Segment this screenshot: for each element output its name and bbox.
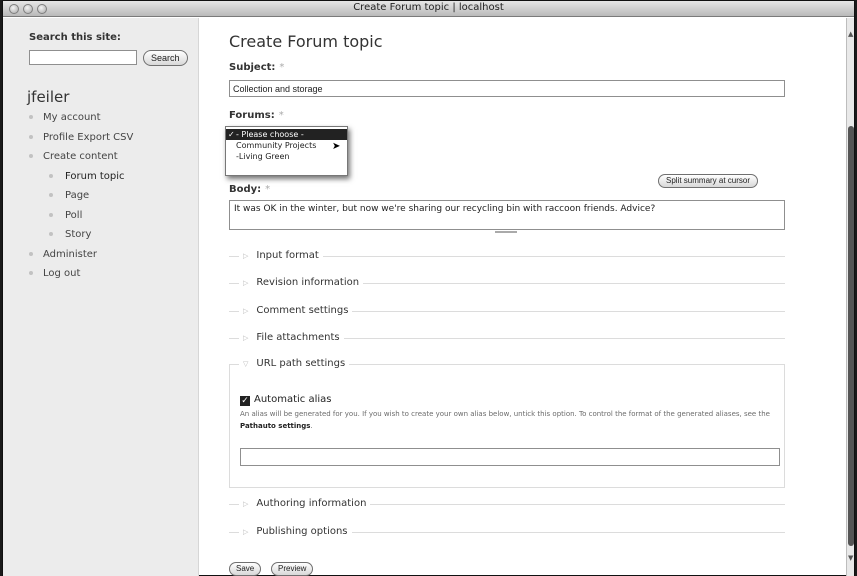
expand-icon: ▷ bbox=[243, 252, 249, 260]
save-button[interactable]: Save bbox=[229, 562, 262, 576]
body-textarea[interactable]: It was OK in the winter, but now we're s… bbox=[229, 200, 785, 230]
fieldset-file-attachments[interactable]: ▷ File attachments bbox=[229, 332, 785, 343]
sidebar: Search this site: Search jfeiler My acco… bbox=[3, 18, 199, 576]
subject-label: Subject: * bbox=[229, 62, 285, 73]
resize-grip-icon[interactable] bbox=[495, 231, 517, 233]
required-marker: * bbox=[278, 110, 284, 121]
bullet-icon bbox=[29, 154, 33, 158]
bullet-icon bbox=[29, 251, 33, 256]
search-button[interactable]: Search bbox=[143, 50, 188, 66]
username-heading: jfeiler bbox=[27, 88, 70, 106]
vertical-scrollbar[interactable]: ▲ ▼ bbox=[846, 18, 854, 576]
scroll-down-arrow-icon[interactable]: ▼ bbox=[848, 554, 853, 562]
url-path-settings-panel: ✓ Automatic alias An alias will be genera… bbox=[229, 364, 785, 488]
window-title: Create Forum topic | localhost bbox=[353, 2, 504, 13]
split-summary-button[interactable]: Split summary at cursor bbox=[658, 174, 759, 188]
collapse-icon: ▽ bbox=[243, 360, 249, 368]
search-input[interactable] bbox=[29, 50, 137, 65]
fieldset-publishing-options[interactable]: ▷ Publishing options bbox=[229, 526, 785, 537]
expand-icon: ▷ bbox=[243, 279, 249, 287]
page-title: Create Forum topic bbox=[229, 32, 383, 51]
bullet-icon bbox=[29, 134, 33, 139]
bullet-icon bbox=[49, 212, 53, 217]
automatic-alias-checkbox[interactable]: ✓ bbox=[240, 396, 250, 406]
subject-input[interactable] bbox=[229, 80, 785, 97]
required-marker: * bbox=[279, 62, 285, 73]
fieldset-revision-information[interactable]: ▷ Revision information bbox=[229, 277, 785, 288]
fieldset-url-path-settings[interactable]: ▽ URL path settings bbox=[229, 358, 785, 369]
expand-icon: ▷ bbox=[243, 307, 249, 315]
bullet-icon bbox=[49, 232, 53, 236]
forums-option-living-green[interactable]: -Living Green bbox=[226, 151, 347, 162]
bullet-icon bbox=[29, 271, 33, 275]
bullet-icon bbox=[29, 115, 33, 119]
scrollbar-thumb[interactable] bbox=[848, 126, 854, 546]
forums-option-please-choose[interactable]: ✓ - Please choose - bbox=[226, 129, 347, 140]
alias-description: An alias will be generated for you. If y… bbox=[240, 410, 770, 430]
expand-icon: ▷ bbox=[243, 500, 249, 508]
automatic-alias-label: Automatic alias bbox=[254, 394, 332, 405]
expand-icon: ▷ bbox=[243, 334, 249, 342]
forums-dropdown[interactable]: ✓ - Please choose - Community Projects -L… bbox=[225, 126, 348, 176]
fieldset-input-format[interactable]: ▷ Input format bbox=[229, 250, 785, 261]
fieldset-comment-settings[interactable]: ▷ Comment settings bbox=[229, 305, 785, 316]
forums-label: Forums: * bbox=[229, 110, 284, 121]
forums-option-community-projects[interactable]: Community Projects bbox=[226, 140, 347, 151]
pathauto-settings-link[interactable]: Pathauto settings bbox=[240, 422, 310, 430]
browser-window: Create Forum topic | localhost Search th… bbox=[2, 0, 855, 576]
preview-button[interactable]: Preview bbox=[271, 562, 314, 576]
mouse-cursor-icon: ➤ bbox=[332, 141, 341, 152]
search-label: Search this site: bbox=[29, 32, 121, 43]
bullet-icon bbox=[49, 193, 53, 197]
scroll-up-arrow-icon[interactable]: ▲ bbox=[848, 30, 853, 38]
url-alias-input[interactable] bbox=[240, 448, 780, 466]
body-label: Body: * bbox=[229, 184, 271, 195]
title-bar: Create Forum topic | localhost bbox=[3, 1, 854, 17]
required-marker: * bbox=[265, 184, 271, 195]
fieldset-authoring-information[interactable]: ▷ Authoring information bbox=[229, 498, 785, 509]
bullet-icon bbox=[49, 173, 53, 178]
expand-icon: ▷ bbox=[243, 528, 249, 536]
automatic-alias-option[interactable]: ✓ Automatic alias bbox=[240, 394, 332, 406]
check-icon: ✓ bbox=[228, 130, 235, 139]
